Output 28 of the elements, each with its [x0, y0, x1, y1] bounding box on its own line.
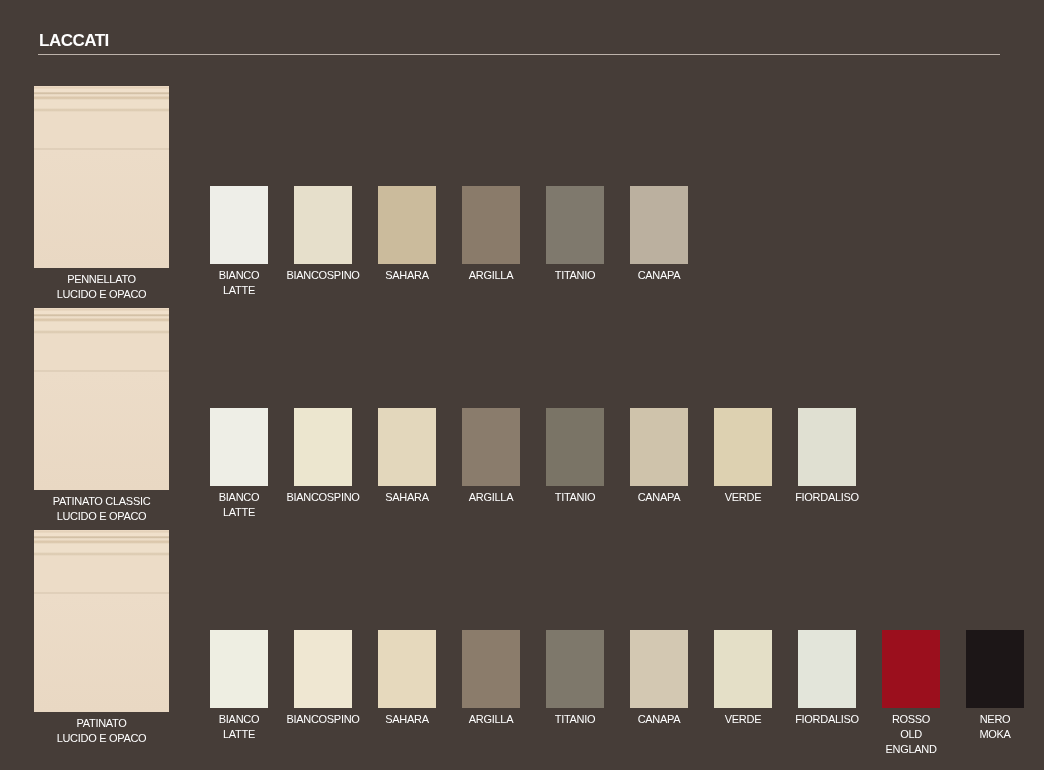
finish-label: PENNELLATO LUCIDO E OPACO [55, 271, 148, 302]
finish-label: PATINATO CLASSIC LUCIDO E OPACO [51, 493, 152, 524]
color-label: BIANCOSPINO [285, 267, 361, 283]
color-label: ARGILLA [467, 267, 515, 283]
color-label: BIANCOSPINO [285, 489, 361, 505]
section-title: LACCATI [39, 30, 110, 52]
color-label: BIANCO LATTE [217, 267, 261, 298]
color-label: CANAPA [636, 267, 682, 283]
color-label: FIORDALISO [794, 489, 860, 505]
color-label: ARGILLA [467, 711, 515, 727]
color-label: FIORDALISO [794, 711, 860, 727]
color-label: SAHARA [384, 489, 430, 505]
color-label: ARGILLA [467, 489, 515, 505]
color-label: CANAPA [636, 711, 682, 727]
color-label: VERDE [723, 489, 763, 505]
color-label: TITANIO [553, 267, 597, 283]
color-label: VERDE [723, 711, 763, 727]
color-label: BIANCO LATTE [217, 489, 261, 520]
color-label: SAHARA [384, 267, 430, 283]
color-label: TITANIO [553, 489, 597, 505]
color-label: TITANIO [553, 711, 597, 727]
color-label: BIANCOSPINO [285, 711, 361, 727]
color-label: CANAPA [636, 489, 682, 505]
color-label: SAHARA [384, 711, 430, 727]
color-label: NERO MOKA [978, 711, 1012, 742]
color-label: BIANCO LATTE [217, 711, 261, 742]
color-label: ROSSO OLD ENGLAND [884, 711, 938, 757]
finish-label: PATINATO LUCIDO E OPACO [55, 715, 148, 746]
